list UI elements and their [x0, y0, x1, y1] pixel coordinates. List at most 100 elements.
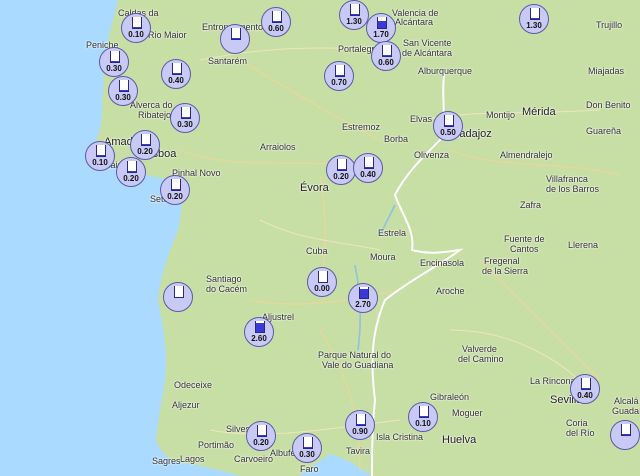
rain-marker[interactable]: 0.10 [408, 402, 438, 432]
rain-marker[interactable]: 0.20 [326, 155, 356, 185]
rain-marker[interactable]: 0.10 [85, 141, 115, 171]
place-del-rio: del Río [566, 428, 595, 438]
rain-gauge-icon [337, 159, 347, 171]
rain-marker[interactable]: 0.20 [160, 175, 190, 205]
rain-marker[interactable]: 0.20 [116, 157, 146, 187]
rain-gauge-icon [272, 11, 282, 23]
rain-gauge-icon [621, 424, 631, 436]
rain-gauge-icon [419, 406, 429, 418]
place-santiago: Santiago [206, 274, 242, 284]
place-parque-natural-1: Parque Natural do [318, 350, 392, 360]
rain-marker[interactable]: 0.60 [261, 7, 291, 37]
rain-gauge-icon [303, 437, 313, 449]
rain-marker[interactable]: 1.30 [339, 0, 369, 30]
place-tavira: Tavira [346, 446, 371, 456]
rain-marker[interactable]: 0.40 [353, 153, 383, 183]
rain-gauge-icon [174, 286, 184, 298]
place-elvas: Elvas [410, 114, 433, 124]
place-guadaira: Guadaíra [612, 406, 640, 416]
place-almendralejo: Almendralejo [500, 150, 553, 160]
rain-marker[interactable]: 0.50 [433, 111, 463, 141]
place-olivenza: Olivenza [414, 150, 450, 160]
rain-marker[interactable]: 0.20 [246, 421, 276, 451]
rain-gauge-icon [530, 8, 540, 20]
rain-marker[interactable]: 0.30 [292, 433, 322, 463]
rain-gauge-icon [444, 115, 454, 127]
place-estremoz: Estremoz [342, 122, 381, 132]
place-huelva: Huelva [442, 434, 477, 446]
rain-gauge-icon [96, 145, 106, 157]
rain-marker[interactable]: 0.30 [108, 76, 138, 106]
place-lagos: Lagos [180, 454, 205, 464]
place-cantos: Cantos [510, 244, 539, 254]
place-estrela: Estrela [378, 228, 407, 238]
place-trujillo: Trujillo [596, 20, 623, 30]
place-moura: Moura [370, 252, 396, 262]
place-gibraleon: Gibraleón [430, 392, 470, 402]
rain-gauge-icon [581, 378, 591, 390]
place-merida: Mérida [522, 106, 556, 118]
place-evora: Évora [300, 182, 329, 194]
rain-gauge-icon [318, 271, 328, 283]
rain-marker[interactable] [610, 420, 640, 450]
rain-gauge-icon [335, 65, 345, 77]
rain-gauge-icon [359, 287, 369, 299]
rain-gauge-icon [181, 107, 191, 119]
rain-gauge-icon [350, 4, 360, 16]
place-cuba: Cuba [306, 246, 328, 256]
place-santarem: Santarém [208, 56, 248, 66]
place-fuente: Fuente de [504, 234, 545, 244]
place-portimao: Portimão [198, 440, 235, 450]
rain-marker[interactable]: 0.40 [570, 374, 600, 404]
place-aroche: Aroche [436, 286, 465, 296]
place-guarena: Guareña [586, 126, 622, 136]
rain-gauge-icon [172, 63, 182, 75]
place-carvoeiro: Carvoeiro [234, 454, 274, 464]
rain-marker[interactable]: 1.70 [366, 13, 396, 43]
place-villafranca: Villafranca [546, 174, 588, 184]
place-encinasola: Encinasola [420, 258, 465, 268]
rain-gauge-icon [231, 28, 241, 40]
rain-marker[interactable]: 0.30 [99, 47, 129, 77]
rain-marker[interactable]: 2.60 [244, 317, 274, 347]
place-moguer: Moguer [452, 408, 483, 418]
rain-gauge-icon [364, 157, 374, 169]
place-del-camino: del Camino [458, 354, 504, 364]
rain-marker[interactable]: 1.30 [519, 4, 549, 34]
rain-gauge-icon [382, 45, 392, 57]
place-isla-cristina: Isla Cristina [376, 432, 424, 442]
rain-marker[interactable] [220, 24, 250, 54]
rain-marker[interactable]: 0.60 [371, 41, 401, 71]
rain-marker[interactable]: 0.00 [307, 267, 337, 297]
place-rio-maior: Rio Maior [148, 30, 187, 40]
rain-gauge-icon [132, 17, 142, 29]
place-de-los-barros: de los Barros [546, 184, 600, 194]
place-borba: Borba [384, 134, 409, 144]
rain-marker[interactable]: 0.90 [345, 410, 375, 440]
place-valverde: Valverde [462, 344, 497, 354]
place-coria: Coria [566, 418, 588, 428]
place-miajadas: Miajadas [588, 66, 625, 76]
rain-gauge-icon [110, 51, 120, 63]
place-zafra: Zafra [520, 200, 542, 210]
place-san-vicente: San Vicente [403, 38, 452, 48]
rain-gauge-icon [255, 321, 265, 333]
rain-marker[interactable]: 0.20 [130, 130, 160, 160]
rain-marker[interactable] [163, 282, 193, 312]
rain-gauge-icon [171, 179, 181, 191]
rain-marker[interactable]: 0.30 [170, 103, 200, 133]
rain-gauge-icon [377, 17, 387, 29]
rain-marker[interactable]: 0.10 [121, 13, 151, 43]
rain-marker[interactable]: 0.40 [161, 59, 191, 89]
rain-gauge-icon [127, 161, 137, 173]
place-ribatejo: Ribatejo [138, 110, 172, 120]
place-alcantara: Alcántara [395, 17, 434, 27]
place-alcala: Alcalá [614, 396, 639, 406]
rain-marker[interactable]: 2.70 [348, 283, 378, 313]
place-de-la-sierra: de la Sierra [482, 266, 529, 276]
map-view[interactable]: Caldas da Rio Maior Peniche Entroncament… [0, 0, 640, 476]
rain-gauge-icon [119, 80, 129, 92]
place-montijo: Montijo [486, 110, 516, 120]
place-fregenal: Fregenal [484, 256, 520, 266]
rain-marker[interactable]: 0.70 [324, 61, 354, 91]
